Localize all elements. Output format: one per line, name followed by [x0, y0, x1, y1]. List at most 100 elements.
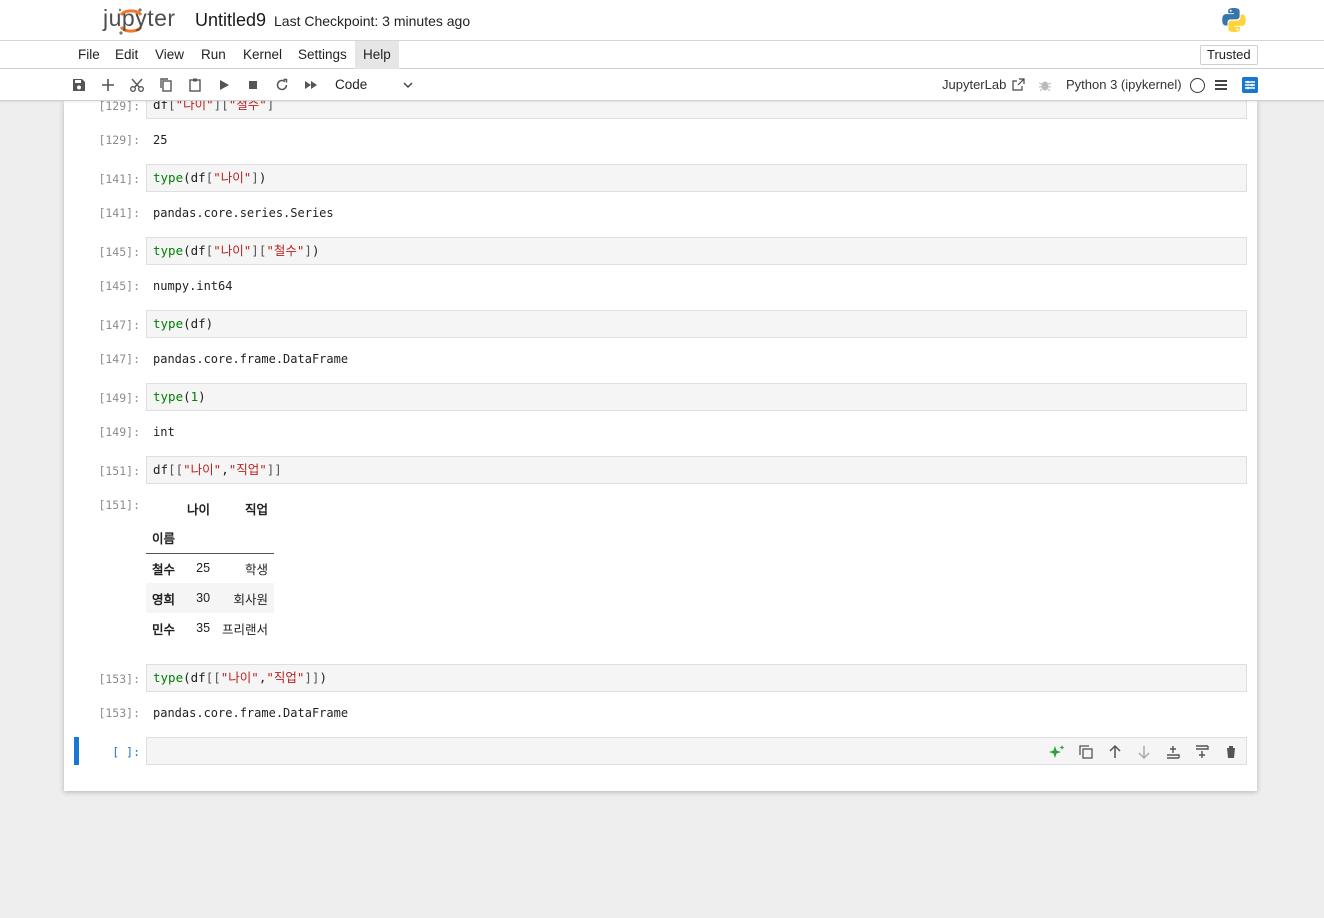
output-prompt: [147]:	[98, 352, 140, 366]
move-down-icon[interactable]	[1136, 744, 1152, 760]
run-icon[interactable]	[215, 76, 233, 94]
code-token: (df	[183, 243, 206, 258]
top-header: jupyter Untitled9 Last Checkpoint: 3 min…	[0, 0, 1324, 41]
cell-prompt: [ ]:	[112, 745, 140, 759]
code-token: ]	[304, 243, 312, 258]
copy-icon[interactable]	[157, 76, 175, 94]
code-input[interactable]: df["나이"]["철수"]	[146, 101, 1247, 119]
sparkle-icon[interactable]	[1049, 744, 1065, 760]
code-token: ]]	[304, 670, 320, 685]
menu-file[interactable]: File	[70, 41, 108, 69]
notebook-title[interactable]: Untitled9	[195, 10, 266, 31]
code-token: "직업"	[266, 670, 305, 685]
code-token: "나이"	[183, 462, 222, 477]
list-menu-icon[interactable]	[1214, 78, 1228, 92]
table-row-index: 철수	[152, 562, 176, 577]
add-cell-icon[interactable]	[99, 76, 117, 94]
code-token: )	[198, 389, 206, 404]
restart-icon[interactable]	[273, 76, 291, 94]
code-token: ,	[221, 462, 229, 477]
dataframe-table: 나이 직업 이름 철수 25 학생 영희 30 회사원 민수 35 프리랜서	[146, 493, 275, 643]
cell-type-select[interactable]: Code	[328, 74, 418, 96]
code-token: [	[168, 101, 176, 112]
menu-kernel[interactable]: Kernel	[235, 41, 290, 69]
kernel-name[interactable]: Python 3 (ipykernel)	[1066, 77, 1182, 92]
code-token: [	[221, 101, 229, 112]
stop-icon[interactable]	[244, 76, 262, 94]
cell-prompt: [151]:	[98, 464, 140, 478]
code-token: )	[258, 170, 267, 185]
code-token: "철수"	[228, 101, 267, 112]
cell-type-value: Code	[335, 77, 368, 92]
output-text: int	[153, 425, 175, 439]
table-cell: 30	[196, 591, 211, 605]
output-prompt: [129]:	[98, 133, 140, 147]
table-column-header: 직업	[245, 502, 269, 517]
code-input[interactable]: df[["나이","직업"]]	[146, 456, 1247, 484]
fast-forward-icon[interactable]	[302, 76, 320, 94]
menu-help[interactable]: Help	[355, 41, 399, 69]
code-token: "나이"	[175, 101, 214, 112]
output-prompt: [151]:	[98, 498, 140, 512]
cell-prompt: [141]:	[98, 172, 140, 186]
output-prompt: [149]:	[98, 425, 140, 439]
code-input[interactable]: type(df[["나이","직업"]])	[146, 664, 1247, 692]
chevron-down-icon	[403, 82, 413, 89]
code-token: ]	[251, 170, 259, 185]
code-token: (df	[183, 670, 206, 685]
code-token: "철수"	[266, 243, 305, 258]
output-text: pandas.core.series.Series	[153, 206, 334, 220]
menu-view[interactable]: View	[147, 41, 192, 69]
output-prompt: [153]:	[98, 706, 140, 720]
code-token: df	[153, 462, 169, 477]
code-input[interactable]: type(df["나이"]["철수"])	[146, 237, 1247, 265]
code-input[interactable]: type(1)	[146, 383, 1247, 411]
cell-prompt: [129]:	[98, 101, 140, 113]
code-token: type	[153, 670, 184, 685]
external-link-icon[interactable]	[1012, 78, 1025, 91]
menu-edit[interactable]: Edit	[107, 41, 146, 69]
menu-run[interactable]: Run	[193, 41, 234, 69]
trusted-badge[interactable]: Trusted	[1200, 45, 1258, 65]
table-cell: 25	[196, 561, 211, 576]
code-token: "나이"	[213, 243, 252, 258]
menu-bar: File Edit View Run Kernel Settings Help …	[0, 41, 1324, 69]
insert-below-icon[interactable]	[1194, 744, 1210, 760]
table-row: 영희 30 회사원	[146, 583, 275, 613]
paste-icon[interactable]	[186, 76, 204, 94]
save-icon[interactable]	[70, 76, 88, 94]
code-token: (df)	[183, 316, 214, 331]
move-up-icon[interactable]	[1107, 744, 1123, 760]
output-text: pandas.core.frame.DataFrame	[153, 706, 349, 720]
debugger-icon[interactable]	[1038, 78, 1052, 92]
table-cell: 프리랜서	[222, 622, 269, 637]
notebook-panel: [129]: df["나이"]["철수"] [129]: 25 [141]: t…	[64, 101, 1257, 791]
jupyterlab-link[interactable]: JupyterLab	[942, 77, 1006, 92]
code-token: "나이"	[220, 670, 259, 685]
code-token: ]]	[266, 462, 282, 477]
table-index-name: 이름	[146, 523, 182, 554]
notebook-toolbar: Code JupyterLab Python 3 (ipykernel)	[0, 69, 1324, 101]
table-column-header: 나이	[187, 502, 211, 517]
delete-icon[interactable]	[1223, 744, 1239, 760]
kernel-idle-status-icon	[1190, 78, 1205, 93]
code-token: [[	[205, 670, 221, 685]
duplicate-icon[interactable]	[1078, 744, 1094, 760]
code-input[interactable]: type(df)	[146, 310, 1247, 338]
output-prompt: [145]:	[98, 279, 140, 293]
cell-prompt: [149]:	[98, 391, 140, 405]
table-row: 철수 25 학생	[146, 553, 274, 583]
code-token: ]	[251, 243, 259, 258]
code-token: type	[153, 389, 184, 404]
menu-settings[interactable]: Settings	[290, 41, 355, 69]
output-text: 25	[153, 133, 168, 147]
code-input[interactable]: type(df["나이"])	[146, 164, 1247, 192]
table-row-index: 영희	[152, 592, 176, 607]
code-token: [[	[168, 462, 184, 477]
table-corner	[146, 493, 181, 523]
table-row-index: 민수	[152, 622, 176, 637]
cut-icon[interactable]	[128, 76, 146, 94]
table-cell: 회사원	[233, 592, 269, 607]
property-inspector-icon[interactable]	[1242, 77, 1258, 93]
insert-above-icon[interactable]	[1165, 744, 1181, 760]
